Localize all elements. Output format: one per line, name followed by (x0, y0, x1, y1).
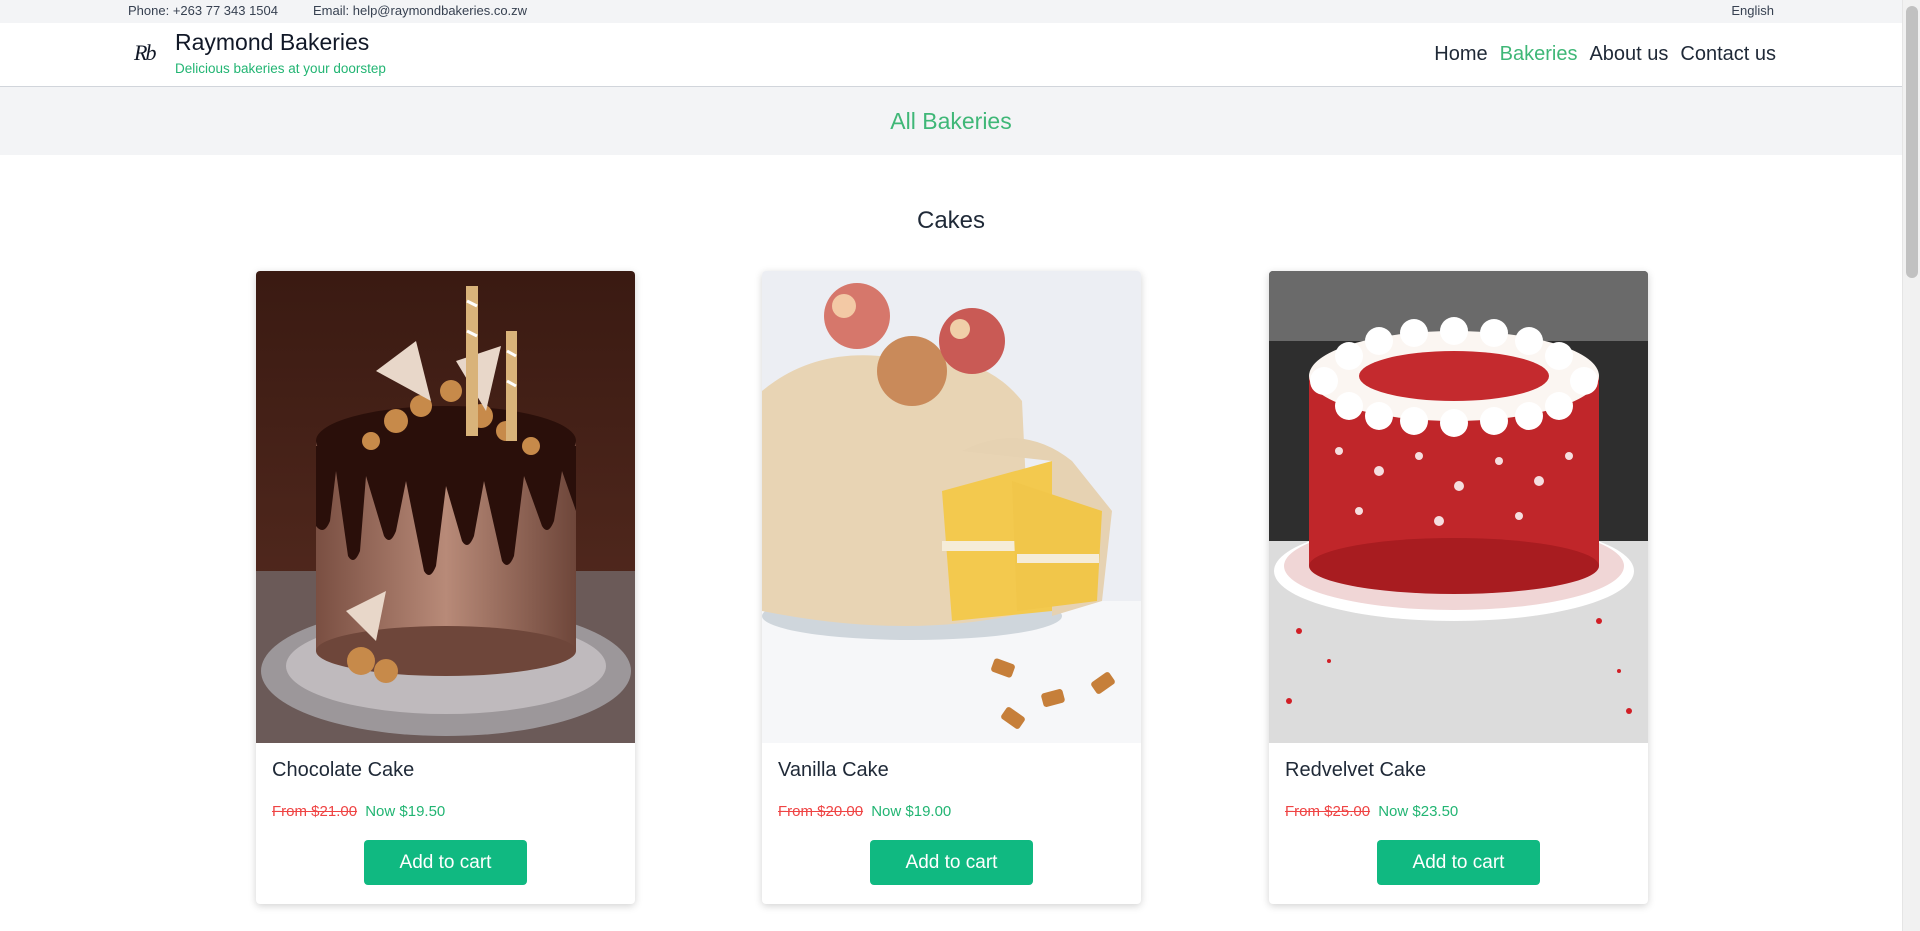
nav-item-bakeries[interactable]: Bakeries (1500, 43, 1578, 66)
add-to-cart-button[interactable]: Add to cart (1377, 840, 1540, 885)
new-price: Now $19.50 (365, 803, 446, 820)
brand-name[interactable]: Raymond Bakeries (175, 29, 369, 56)
product-price: From $25.00 Now $23.50 (1285, 803, 1458, 820)
new-price: Now $19.00 (871, 803, 952, 820)
email-address: Email: help@raymondbakeries.co.zw (313, 3, 528, 18)
phone-number: Phone: +263 77 343 1504 (128, 3, 279, 18)
product-image-redvelvet-cake[interactable] (1269, 271, 1648, 743)
product-image-vanilla-cake[interactable] (762, 271, 1141, 743)
scrollbar-thumb[interactable] (1906, 6, 1918, 278)
product-name[interactable]: Vanilla Cake (778, 759, 889, 782)
add-to-cart-button[interactable]: Add to cart (364, 840, 527, 885)
add-to-cart-button[interactable]: Add to cart (870, 840, 1033, 885)
page-title-band: All Bakeries (0, 87, 1902, 155)
logo-icon[interactable]: Rb (134, 40, 156, 66)
new-price: Now $23.50 (1378, 803, 1459, 820)
product-price: From $21.00 Now $19.50 (272, 803, 445, 820)
product-price: From $20.00 Now $19.00 (778, 803, 951, 820)
old-price: From $21.00 (272, 803, 358, 820)
product-image-chocolate-cake[interactable] (256, 271, 635, 743)
main-nav: Home Bakeries About us Contact us (1434, 43, 1776, 66)
language-selector[interactable]: English (1731, 3, 1774, 18)
product-name[interactable]: Chocolate Cake (272, 759, 414, 782)
site-header: Rb Raymond Bakeries Delicious bakeries a… (0, 23, 1902, 87)
product-name[interactable]: Redvelvet Cake (1285, 759, 1426, 782)
old-price: From $25.00 (1285, 803, 1371, 820)
page-scrollbar[interactable] (1902, 0, 1920, 931)
nav-item-home[interactable]: Home (1434, 43, 1487, 66)
page-title: All Bakeries (890, 107, 1012, 134)
product-card-vanilla: Vanilla Cake From $20.00 Now $19.00 Add … (762, 271, 1141, 904)
top-info-bar: Phone: +263 77 343 1504 Email: help@raym… (0, 0, 1902, 23)
product-card-redvelvet: Redvelvet Cake From $25.00 Now $23.50 Ad… (1269, 271, 1648, 904)
nav-item-about-us[interactable]: About us (1589, 43, 1668, 66)
old-price: From $20.00 (778, 803, 864, 820)
section-heading: Cakes (916, 207, 986, 234)
nav-item-contact-us[interactable]: Contact us (1680, 43, 1776, 66)
product-card-chocolate: Chocolate Cake From $21.00 Now $19.50 Ad… (256, 271, 635, 904)
brand-tagline: Delicious bakeries at your doorstep (175, 61, 386, 76)
